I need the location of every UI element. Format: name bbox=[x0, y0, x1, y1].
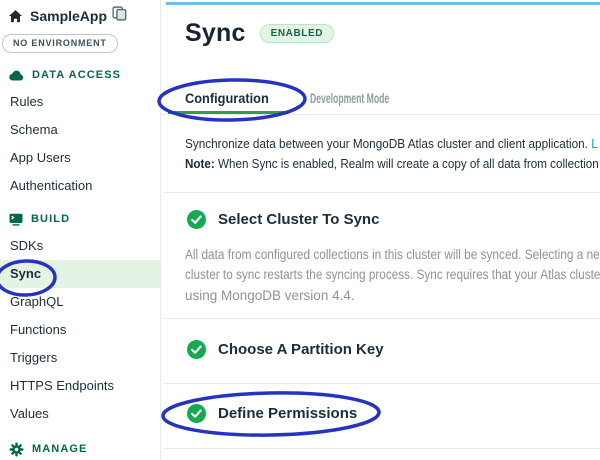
check-circle-icon bbox=[187, 404, 206, 423]
sidebar-item-sdks[interactable]: SDKs bbox=[0, 232, 160, 260]
sidebar: SampleApp NO ENVIRONMENT DATA ACCESS Rul… bbox=[0, 0, 161, 460]
monitor-icon bbox=[9, 213, 23, 226]
section-label: BUILD bbox=[31, 213, 70, 225]
title-row: Sync ENABLED bbox=[185, 19, 334, 48]
section-label: DATA ACCESS bbox=[32, 69, 121, 81]
tab-configuration[interactable]: Configuration bbox=[185, 90, 269, 106]
tab-development-mode[interactable]: Development Mode bbox=[310, 90, 389, 106]
sidebar-item-app-users[interactable]: App Users bbox=[0, 144, 160, 172]
environment-badge: NO ENVIRONMENT bbox=[2, 34, 118, 53]
section-header-manage: MANAGE bbox=[0, 442, 160, 456]
learn-more-link[interactable]: L bbox=[591, 136, 598, 151]
note-text: Note: When Sync is enabled, Realm will c… bbox=[185, 156, 599, 171]
sidebar-item-functions[interactable]: Functions bbox=[0, 316, 160, 344]
divider bbox=[162, 448, 600, 449]
step-define-permissions: Define Permissions bbox=[187, 404, 357, 423]
sidebar-item-graphql[interactable]: GraphQL bbox=[0, 288, 160, 316]
realm-sync-page: SampleApp NO ENVIRONMENT DATA ACCESS Rul… bbox=[0, 0, 600, 460]
app-header[interactable]: SampleApp bbox=[0, 0, 160, 26]
step-description-line: using MongoDB version 4.4. bbox=[185, 288, 355, 303]
sidebar-item-rules[interactable]: Rules bbox=[0, 88, 160, 116]
note-sentence: When Sync is enabled, Realm will create … bbox=[215, 156, 599, 171]
cloud-icon bbox=[9, 70, 24, 81]
copy-icon[interactable] bbox=[112, 6, 127, 21]
intro-sentence: Synchronize data between your MongoDB At… bbox=[185, 136, 591, 151]
sidebar-item-authentication[interactable]: Authentication bbox=[0, 172, 160, 200]
home-icon bbox=[8, 9, 23, 24]
sidebar-item-sync[interactable]: Sync bbox=[0, 260, 160, 288]
step-title: Select Cluster To Sync bbox=[218, 211, 379, 228]
check-circle-icon bbox=[187, 210, 206, 229]
sidebar-item-values[interactable]: Values bbox=[0, 400, 160, 428]
gear-icon bbox=[9, 442, 24, 457]
step-select-cluster: Select Cluster To Sync bbox=[187, 210, 379, 229]
divider bbox=[162, 318, 600, 319]
section-header-build: BUILD bbox=[0, 212, 160, 226]
check-circle-icon bbox=[187, 340, 206, 359]
top-accent-line bbox=[166, 2, 600, 5]
section-label: MANAGE bbox=[32, 443, 88, 455]
section-header-data-access: DATA ACCESS bbox=[0, 68, 160, 82]
page-title: Sync bbox=[185, 19, 246, 48]
sidebar-item-https-endpoints[interactable]: HTTPS Endpoints bbox=[0, 372, 160, 400]
step-title: Define Permissions bbox=[218, 405, 357, 422]
divider bbox=[162, 383, 600, 384]
divider bbox=[162, 192, 600, 193]
tabs-bottom-border bbox=[161, 114, 600, 115]
intro-text: Synchronize data between your MongoDB At… bbox=[185, 136, 598, 151]
step-choose-partition-key: Choose A Partition Key bbox=[187, 340, 384, 359]
step-title: Choose A Partition Key bbox=[218, 341, 384, 358]
note-label: Note: bbox=[185, 156, 215, 171]
sidebar-item-schema[interactable]: Schema bbox=[0, 116, 160, 144]
step-description-line: cluster to sync restarts the syncing pro… bbox=[185, 267, 600, 282]
step-description-line: All data from configured collections in … bbox=[185, 247, 600, 262]
status-badge: ENABLED bbox=[260, 24, 335, 43]
app-name: SampleApp bbox=[30, 8, 107, 24]
environment-badge-wrap: NO ENVIRONMENT bbox=[0, 33, 160, 53]
sidebar-item-triggers[interactable]: Triggers bbox=[0, 344, 160, 372]
